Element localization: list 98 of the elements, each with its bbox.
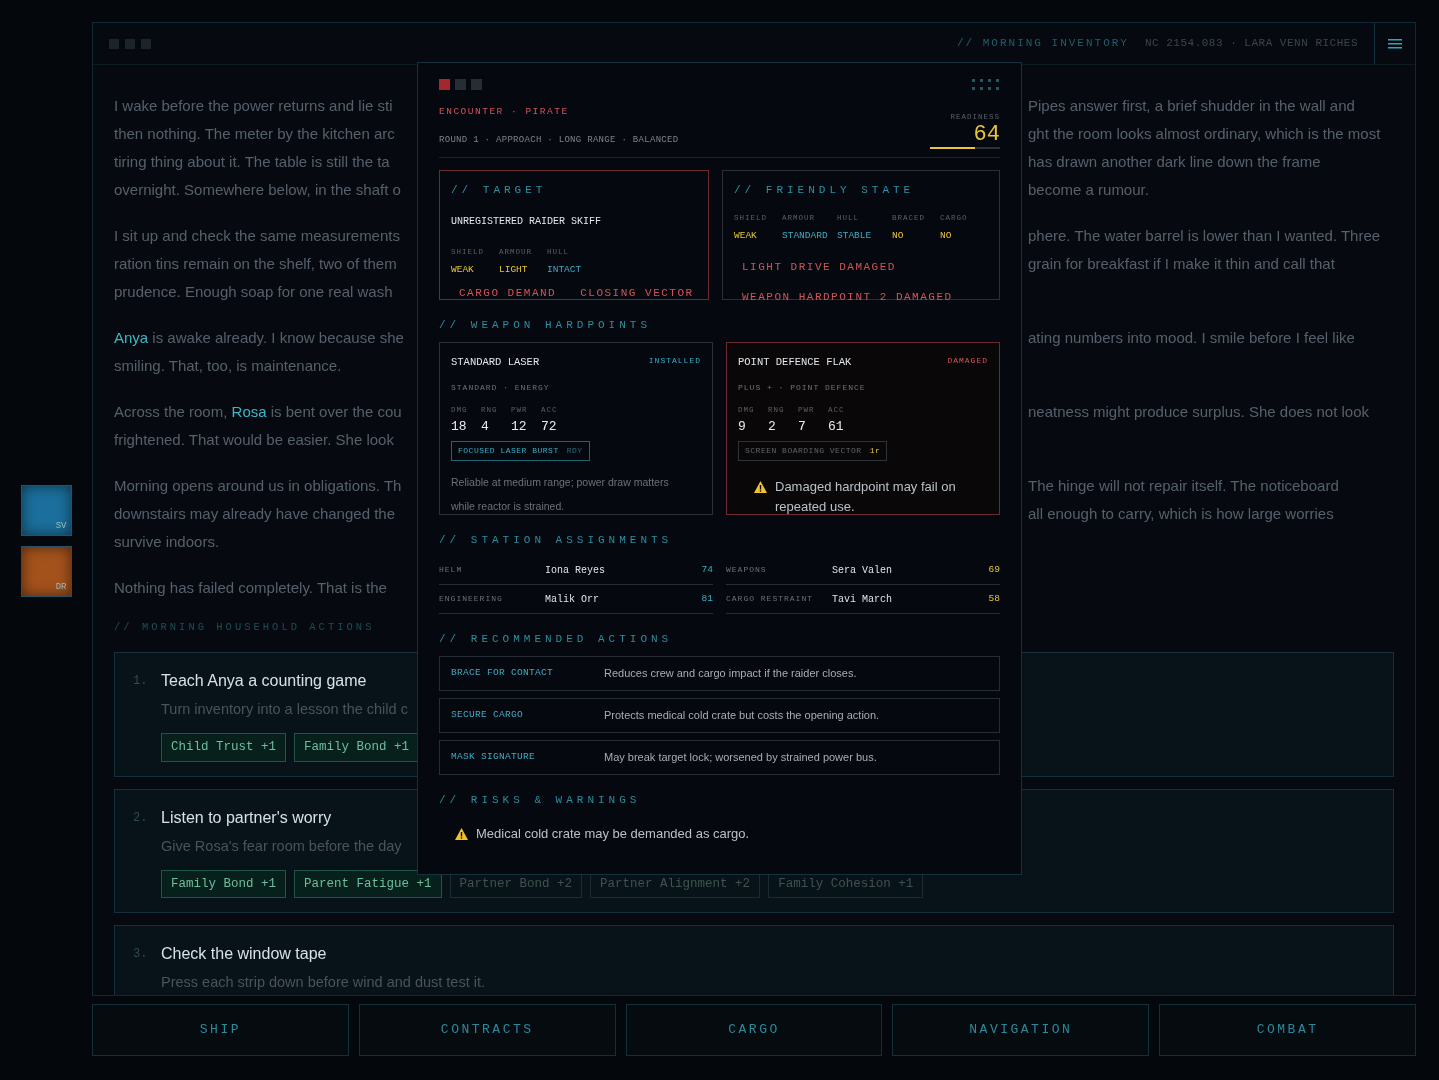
story-text: Anya is awake already. I know because she [114, 329, 404, 346]
action-description: May break target lock; worsened by strained power bus. [604, 749, 877, 765]
action-name: MASK SIGNATURE [451, 749, 536, 764]
weapon-type: PLUS + · POINT DEFENCE [738, 383, 866, 393]
effect-tag: Family Bond +1 [161, 869, 287, 899]
encounter-details: ROUND 1 · APPROACH · LONG RANGE · BALANCED [439, 135, 679, 145]
warning-text: Damaged hardpoint may fail on repeated use. [775, 478, 957, 516]
stat-value: 72 [541, 417, 558, 436]
story-text: become a rumour. [1028, 180, 1149, 200]
section-heading: // RECOMMENDED ACTIONS [439, 632, 674, 647]
story-text: frightened. That would be easier. She look [114, 431, 394, 448]
story-text: The hinge will not repair itself. The noticeboard [1028, 476, 1339, 496]
stat-value: NO [892, 228, 905, 243]
station-role: CARGO RESTRAINT [726, 593, 814, 605]
target-name: UNREGISTERED RAIDER SKIFF [451, 215, 602, 227]
risk-text: Medical cold crate may be demanded as cargo. [476, 825, 750, 843]
story-text: ration tins remain on the shelf, two of them [114, 255, 397, 272]
effect-tag: Family Bond +1 [294, 732, 420, 762]
action-description: Press each strip down before wind and dust test it. [161, 974, 485, 991]
weapon-note: Reliable at medium range; power draw matters while reactor is strained. [451, 476, 669, 512]
stat-value: LIGHT [499, 262, 529, 277]
action-description: Protects medical cold crate but costs the opening action. [604, 707, 880, 723]
station-role: HELM [439, 564, 464, 576]
story-text: all enough to carry, which is how large worries [1028, 504, 1334, 524]
action-title: Listen to partner's worry [161, 808, 332, 826]
crew-name: Malik Orr [545, 592, 600, 607]
weapon-type: STANDARD · ENERGY [451, 383, 550, 393]
story-text: I wake before the power returns and lie sti [114, 97, 393, 114]
encounter-type: ENCOUNTER · PIRATE [439, 106, 569, 117]
station-role: WEAPONS [726, 564, 768, 576]
crew-name: Iona Reyes [545, 563, 606, 578]
weapon-status: INSTALLED [648, 354, 701, 367]
story-text: smiling. That, too, is maintenance. [114, 357, 342, 374]
panel-heading: // FRIENDLY STATE [734, 183, 916, 198]
crew-name: Sera Valen [832, 563, 893, 578]
action-title: Check the window tape [161, 945, 327, 963]
weapon-name: POINT DEFENCE FLAK [738, 354, 852, 370]
effect-tag: Parent Fatigue +1 [294, 869, 442, 899]
stat-value: 9 [738, 417, 747, 436]
story-text: downstairs may already have changed the [114, 505, 395, 522]
damage-label: WEAPON HARDPOINT 2 DAMAGED [742, 291, 953, 303]
story-text: survive indoors. [114, 533, 220, 550]
station-score: 69 [988, 562, 1000, 577]
action-description: Turn inventory into a lesson the child c [161, 700, 408, 717]
crew-name: Tavi March [832, 592, 893, 607]
story-text: then nothing. The meter by the kitchen arc [114, 125, 395, 142]
stat-value: STABLE [837, 228, 873, 243]
story-text: Morning opens around us in obligations. Th [114, 477, 402, 494]
station-score: 74 [701, 562, 713, 577]
action-description: Give Rosa's fear room before the day [161, 837, 402, 854]
stat-value: NO [940, 228, 953, 243]
item-number: 2. [133, 810, 148, 825]
section-heading: // STATION ASSIGNMENTS [439, 532, 674, 548]
story-text: Pipes answer first, a brief shudder in the wall and [1028, 96, 1355, 116]
story-text: overnight. Somewhere below, in the shaft o [114, 181, 401, 198]
story-text: I sit up and check the same measurements [114, 227, 400, 244]
item-number: 3. [133, 947, 148, 962]
stat-value: 4 [481, 417, 490, 436]
item-number: 1. [133, 673, 148, 688]
story-text: phere. The water barrel is lower than I wanted. Three [1028, 226, 1381, 246]
station-score: 58 [988, 591, 1000, 606]
stat-value: 2 [768, 417, 777, 436]
stat-value: 18 [451, 417, 468, 436]
story-text: ght the room looks almost ordinary, which is the most [1028, 124, 1381, 144]
story-text: ating numbers into mood. I smile before I feel like [1028, 328, 1355, 348]
stat-value: INTACT [547, 262, 583, 277]
stat-value: 12 [511, 417, 528, 436]
stat-value: WEAK [451, 262, 475, 277]
panel-heading: // TARGET [451, 183, 548, 198]
action-name: SECURE CARGO [451, 707, 524, 722]
damage-label: LIGHT DRIVE DAMAGED [742, 261, 896, 273]
story-text: tiring thing about it. The table is still the ta [114, 153, 390, 170]
readiness-value: 64 [973, 123, 1000, 147]
date-and-owner-text: NC 2154.083 · LARA VENN RICHES [1144, 36, 1358, 52]
station-score: 81 [701, 591, 713, 606]
weapon-name: STANDARD LASER [451, 354, 540, 370]
threat-label: CLOSING VECTOR [580, 286, 694, 301]
story-text: neatness might produce surplus. She does not look [1028, 402, 1370, 422]
stat-value: WEAK [734, 228, 758, 243]
story-text: grain for breakfast if I make it thin and call that [1028, 254, 1335, 274]
stat-value: 7 [798, 417, 807, 436]
section-heading: // RISKS & WARNINGS [439, 792, 642, 808]
threat-label: CARGO DEMAND [459, 286, 557, 301]
story-text: Nothing has failed completely. That is the [114, 579, 387, 596]
stat-value: 61 [828, 417, 845, 436]
story-text: Across the room, Rosa is bent over the cou [114, 403, 402, 420]
page-title: // MORNING INVENTORY [956, 36, 1129, 52]
stat-value: STANDARD [782, 228, 829, 243]
weapon-status: DAMAGED [947, 354, 988, 367]
section-heading: // MORNING HOUSEHOLD ACTIONS [114, 620, 376, 635]
section-heading: // WEAPON HARDPOINTS [439, 318, 653, 333]
story-text: has drawn another dark line down the frame [1028, 152, 1321, 172]
effect-tag: Child Trust +1 [161, 732, 287, 762]
action-description: Reduces crew and cargo impact if the raider closes. [604, 665, 857, 681]
action-name: BRACE FOR CONTACT [451, 665, 554, 680]
action-title: Teach Anya a counting game [161, 671, 367, 689]
story-text: prudence. Enough soap for one real wash [114, 283, 393, 300]
station-role: ENGINEERING [439, 593, 504, 605]
